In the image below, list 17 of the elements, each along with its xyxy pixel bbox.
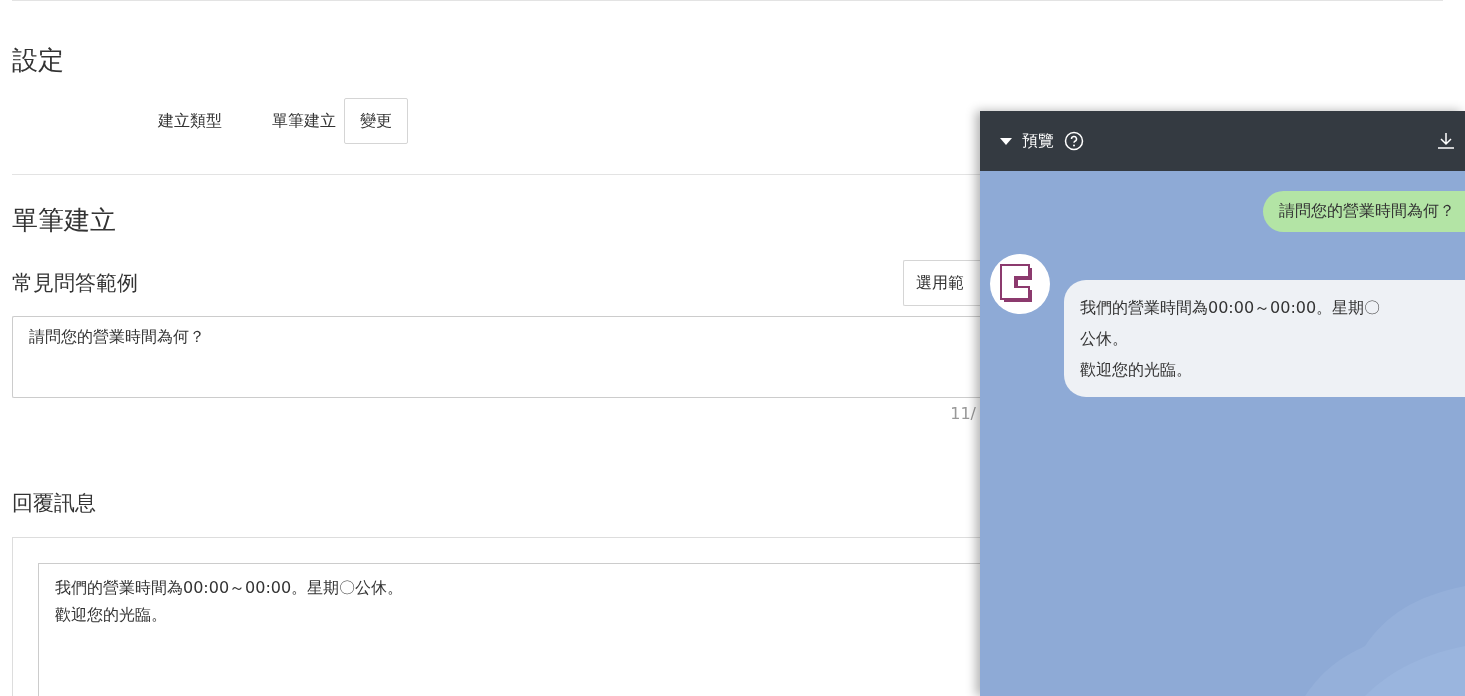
download-icon[interactable] xyxy=(1437,132,1455,150)
chat-bubble: 我們的營業時間為00:00～00:00。星期〇 公休。 歡迎您的光臨。 xyxy=(1064,280,1465,397)
chat-bubble: 請問您的營業時間為何？ xyxy=(1263,191,1465,232)
caret-icon[interactable] xyxy=(1000,137,1012,145)
section-heading: 單筆建立 xyxy=(12,204,116,237)
field-label: 常見問答範例 xyxy=(12,270,138,297)
field-value: 單筆建立 xyxy=(272,110,336,132)
question-field[interactable]: 請問您的營業時間為何？ xyxy=(12,316,980,398)
field-label: 建立類型 xyxy=(158,110,223,132)
avatar-icon xyxy=(990,254,1050,314)
change-button[interactable]: 變更 xyxy=(344,98,408,144)
section-heading: 設定 xyxy=(12,44,64,77)
field-label: 回覆訊息 xyxy=(12,490,96,517)
help-icon[interactable] xyxy=(1064,131,1084,151)
preview-title: 預覽 xyxy=(1022,130,1054,152)
template-button[interactable]: 選用範 xyxy=(903,260,980,306)
character-counter: 11/ xyxy=(950,404,976,423)
